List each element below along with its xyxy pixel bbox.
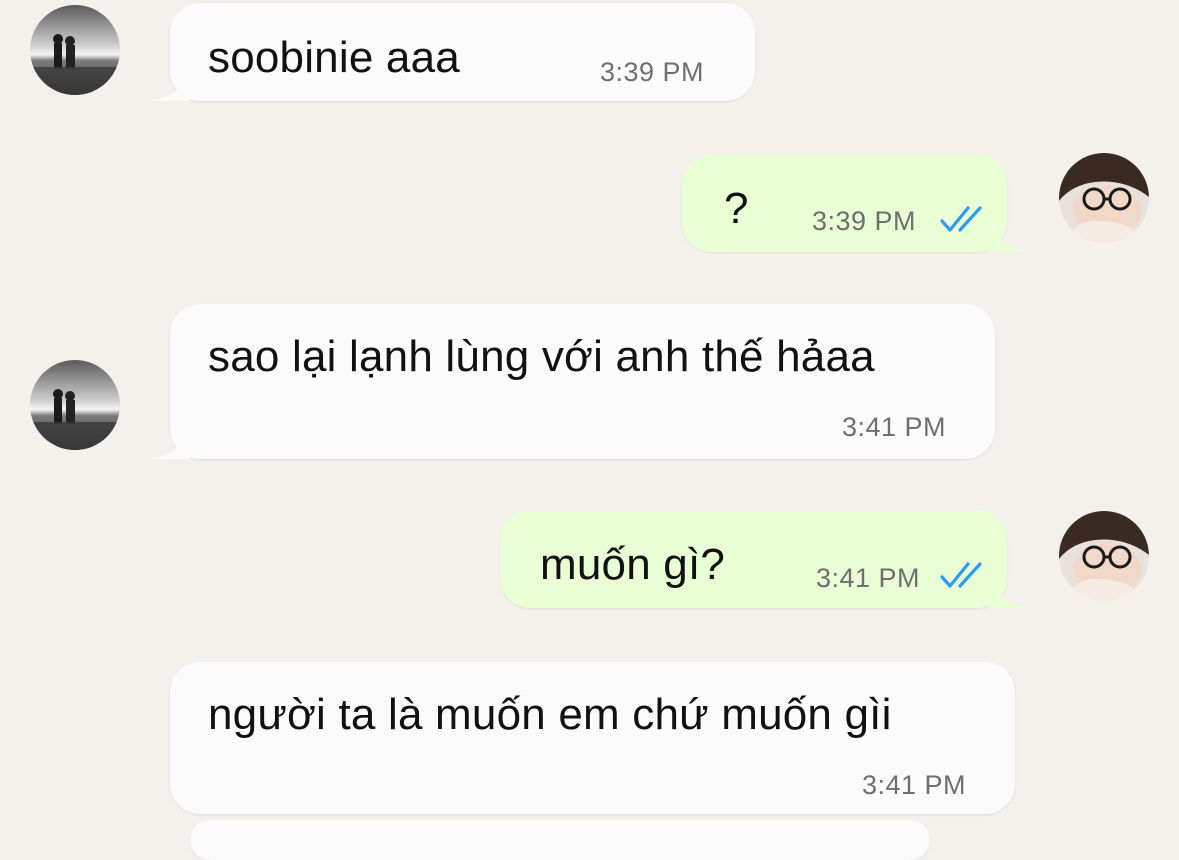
message-text: muốn gì? (540, 540, 726, 589)
message-bubble-incoming[interactable]: sao lại lạnh lùng với anh thế hảaa 3:41 … (150, 304, 995, 459)
bubble-tail (989, 224, 1029, 252)
message-timestamp: 3:41 PM (842, 412, 947, 442)
sunset-couple-avatar-icon (30, 5, 120, 95)
message-bubble-outgoing[interactable]: muốn gì? 3:41 PM (500, 510, 1029, 608)
bubble-tail (150, 73, 190, 101)
double-check-icon (940, 206, 982, 232)
user-avatar[interactable] (1059, 511, 1149, 601)
message-bubble-outgoing[interactable]: ? 3:39 PM (682, 154, 1029, 252)
contact-avatar[interactable] (30, 360, 120, 450)
bubble-tail (150, 431, 190, 459)
double-check-icon (940, 562, 982, 588)
user-glasses-avatar-icon (1059, 153, 1149, 243)
message-timestamp: 3:41 PM (816, 563, 921, 593)
message-text: ? (724, 184, 749, 233)
message-bubble-incoming-partial[interactable] (190, 820, 930, 860)
user-glasses-avatar-icon (1059, 511, 1149, 601)
message-text: sao lại lạnh lùng với anh thế hảaa (208, 332, 875, 381)
sunset-couple-avatar-icon (30, 360, 120, 450)
message-timestamp: 3:39 PM (600, 57, 705, 87)
message-text: soobinie aaa (208, 33, 460, 82)
message-bubble-incoming[interactable]: người ta là muốn em chứ muốn gìi 3:41 PM (170, 662, 1015, 814)
message-timestamp: 3:41 PM (862, 770, 967, 800)
message-timestamp: 3:39 PM (812, 206, 917, 236)
bubble-tail (989, 580, 1029, 608)
message-bubble-incoming[interactable]: soobinie aaa 3:39 PM (150, 3, 755, 101)
contact-avatar[interactable] (30, 5, 120, 95)
message-text: người ta là muốn em chứ muốn gìi (208, 690, 892, 739)
user-avatar[interactable] (1059, 153, 1149, 243)
chat-thread[interactable]: soobinie aaa 3:39 PM ? 3:39 PM sao lại l… (0, 0, 1179, 860)
